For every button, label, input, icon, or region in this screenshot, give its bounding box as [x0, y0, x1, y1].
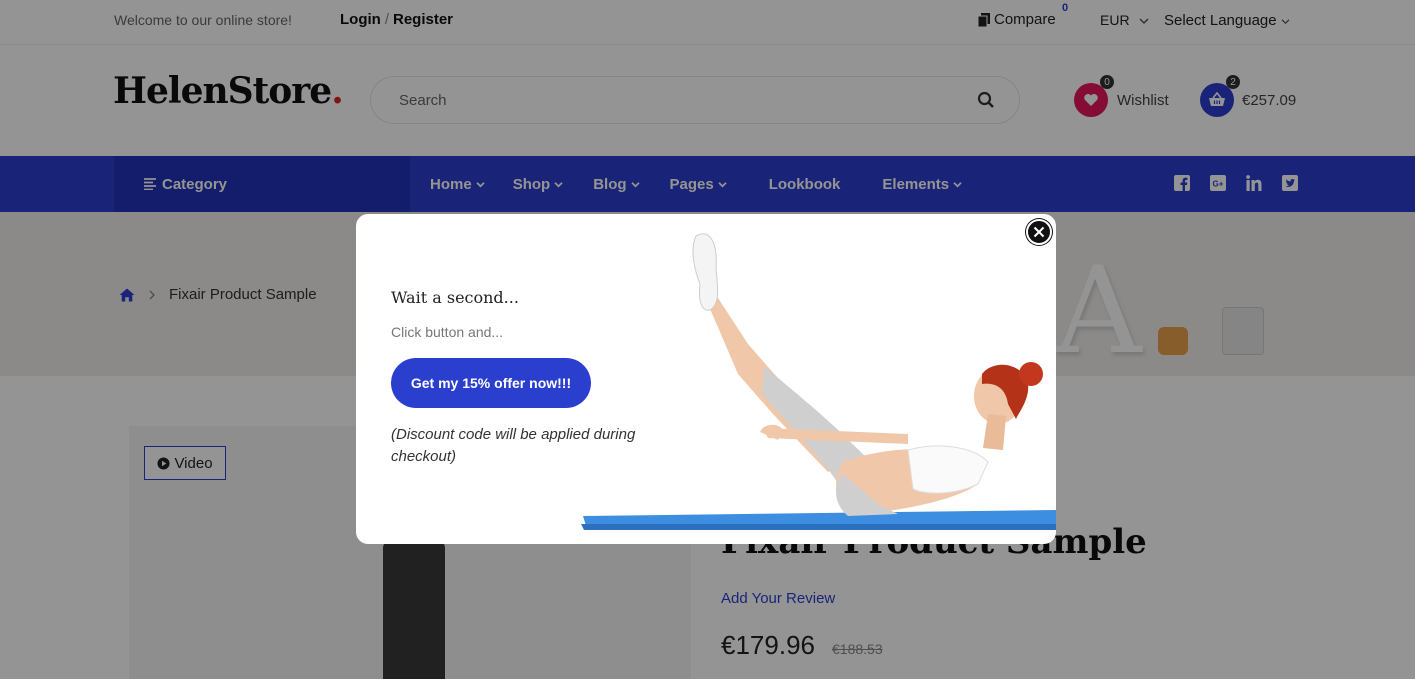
popup-subtitle: Click button and...	[391, 324, 504, 340]
popup-note: (Discount code will be applied during ch…	[391, 426, 636, 465]
get-offer-button[interactable]: Get my 15% offer now!!!	[391, 358, 591, 408]
close-icon	[1033, 226, 1045, 238]
popup-image-fitness-woman	[581, 233, 1056, 530]
close-button[interactable]	[1026, 219, 1052, 245]
popup-title: Wait a second...	[391, 288, 519, 307]
discount-popup: Wait a second... Click button and... Get…	[356, 214, 1056, 544]
